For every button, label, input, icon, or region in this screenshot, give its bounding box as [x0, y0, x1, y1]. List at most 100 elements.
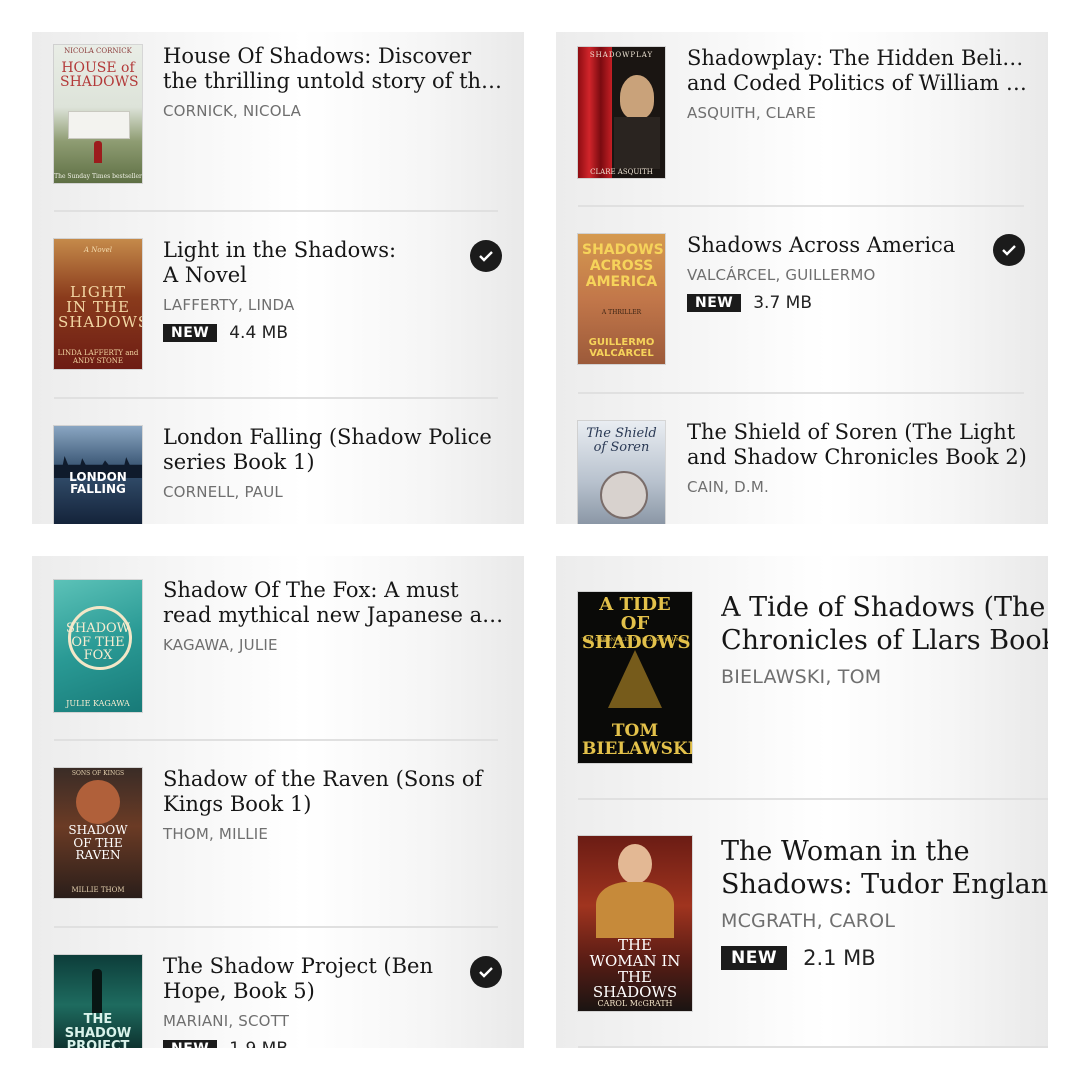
book-row[interactable]: A TIDE OF SHADOWS THE CHRONICLES OF LLAR…: [556, 556, 1048, 799]
book-cover[interactable]: NICOLA CORNICK HOUSE of SHADOWS The Sund…: [54, 45, 142, 183]
book-title-line-2: series Book 1): [163, 450, 315, 474]
book-cover[interactable]: The Shield of Soren: [578, 421, 665, 524]
book-title[interactable]: The Woman in the Shadows: Tudor Englan: [721, 835, 1048, 901]
book-title[interactable]: London Falling (Shadow Police series Boo…: [163, 425, 508, 475]
book-row[interactable]: A Novel LIGHT IN THE SHADOWS LINDA LAFFE…: [32, 212, 524, 398]
library-panel-3: SHADOW OF THE FOX JULIE KAGAWA Shadow Of…: [32, 556, 524, 1048]
cover-title-text: SHADOW OF THE RAVEN: [68, 823, 128, 863]
book-title[interactable]: Light in the Shadows: A Novel: [163, 238, 453, 288]
book-author: MARIANI, SCOTT: [163, 1012, 290, 1030]
book-row[interactable]: SHADOW OF THE FOX JULIE KAGAWA Shadow Of…: [32, 556, 524, 740]
book-author: VALCÁRCEL, GUILLERMO: [687, 266, 876, 284]
book-author: KAGAWA, JULIE: [163, 636, 278, 654]
library-panel-2: SHADOWPLAY CLARE ASQUITH Shadowplay: The…: [556, 32, 1048, 524]
book-title[interactable]: Shadowplay: The Hidden Beliefs and Coded…: [687, 46, 1032, 96]
book-title[interactable]: The Shadow Project (Ben Hope, Book 5): [163, 954, 453, 1004]
book-row[interactable]: SONS OF KINGS SHADOW OF THE RAVEN MILLIE…: [32, 741, 524, 927]
book-title[interactable]: House Of Shadows: Discover the thrilling…: [163, 44, 508, 94]
new-badge: NEW: [163, 324, 218, 342]
book-title-line-1: A Tide of Shadows (The: [721, 592, 1046, 623]
cover-title-text: THE SHADOW PROJECT: [64, 1012, 132, 1048]
cover-subtitle-text: A Novel: [84, 246, 112, 254]
book-title-line-1: London Falling (Shadow Police: [163, 425, 492, 449]
book-cover[interactable]: SHADOWS ACROSS AMERICA A THRILLER GUILLE…: [578, 234, 665, 364]
book-row[interactable]: The Shield of Soren The Shield of Soren …: [556, 394, 1048, 524]
cover-shield-art: [600, 471, 648, 519]
book-title-line-1: Light in the Shadows:: [163, 238, 397, 262]
cover-series-text: SONS OF KINGS: [71, 770, 125, 777]
file-size: 4.4 MB: [229, 323, 289, 343]
file-size: 2.1 MB: [803, 946, 876, 970]
cover-author-text: NICOLA CORNICK: [64, 47, 132, 55]
book-author: CAIN, D.M.: [687, 478, 769, 496]
book-cover[interactable]: SHADOWPLAY CLARE ASQUITH: [578, 47, 665, 178]
book-title-line-2: and Shadow Chronicles Book 2): [687, 445, 1027, 469]
book-title[interactable]: Shadow Of The Fox: A must read mythical …: [163, 578, 508, 628]
book-title-line-2: A Novel: [163, 263, 247, 287]
cover-face-art: [618, 844, 652, 884]
row-divider: [578, 798, 1048, 800]
file-size: 3.7 MB: [753, 293, 813, 313]
book-row[interactable]: THE SHADOW PROJECT The Shadow Project (B…: [32, 928, 524, 1048]
book-title-line-2: and Coded Politics of William …: [687, 71, 1027, 95]
cover-dragon-art: [608, 650, 662, 708]
cover-figure-art: [94, 141, 102, 163]
book-row[interactable]: SHADOWPLAY CLARE ASQUITH Shadowplay: The…: [556, 32, 1048, 206]
cover-portrait-art: [620, 75, 654, 119]
book-title[interactable]: Shadow of the Raven (Sons of Kings Book …: [163, 767, 508, 817]
book-row[interactable]: SHADOWS ACROSS AMERICA A THRILLER GUILLE…: [556, 207, 1048, 392]
book-row[interactable]: LONDON FALLING London Falling (Shadow Po…: [32, 399, 524, 524]
file-size: 1.9 MB: [229, 1039, 288, 1048]
book-author: CORNELL, PAUL: [163, 483, 283, 501]
book-title[interactable]: Shadows Across America: [687, 233, 977, 258]
book-author: CORNICK, NICOLA: [163, 102, 302, 120]
book-author: ASQUITH, CLARE: [687, 104, 817, 122]
book-cover[interactable]: A Novel LIGHT IN THE SHADOWS LINDA LAFFE…: [54, 239, 142, 369]
book-meta: NEW 4.4 MB: [163, 323, 288, 343]
new-badge: NEW: [163, 1040, 218, 1048]
cover-title-text: SHADOWPLAY: [589, 51, 654, 59]
book-title-line-1: The Shadow Project (Ben: [163, 954, 434, 978]
downloaded-check-icon: [470, 956, 502, 988]
cover-title-text: SHADOW OF THE FOX: [65, 621, 131, 664]
cover-title-text: LIGHT IN THE SHADOWS: [58, 283, 142, 331]
book-title-line-1: Shadows Across America: [687, 233, 956, 257]
book-cover[interactable]: THE WOMAN IN THE SHADOWS CAROL McGRATH: [578, 836, 692, 1011]
book-title-line-1: The Woman in the: [721, 836, 970, 867]
cover-house-art: [68, 111, 130, 139]
book-row[interactable]: THE WOMAN IN THE SHADOWS CAROL McGRATH T…: [556, 801, 1048, 1048]
book-cover[interactable]: LONDON FALLING: [54, 426, 142, 524]
book-title-line-2: Kings Book 1): [163, 792, 312, 816]
new-badge: NEW: [687, 294, 742, 312]
book-cover[interactable]: SHADOW OF THE FOX JULIE KAGAWA: [54, 580, 142, 712]
book-title[interactable]: The Shield of Soren (The Light and Shado…: [687, 420, 1032, 470]
cover-author-text: TOM BIELAWSKI: [582, 721, 692, 760]
new-badge: NEW: [721, 946, 788, 970]
book-title-line-1: The Shield of Soren (The Light: [687, 420, 1016, 444]
cover-dress-art: [596, 882, 674, 938]
book-title-line-2: the thrilling untold story of th…: [163, 69, 503, 93]
book-title-line-2: Shadows: Tudor Englan: [721, 869, 1048, 900]
cover-series-text: THE CHRONICLES OF LLARS VOLUME I: [581, 637, 689, 643]
row-divider: [578, 1046, 1048, 1048]
downloaded-check-icon: [993, 234, 1025, 266]
book-title[interactable]: A Tide of Shadows (The Chronicles of Lla…: [721, 591, 1048, 657]
book-author: THOM, MILLIE: [163, 825, 269, 843]
book-title-line-1: Shadow Of The Fox: A must: [163, 578, 459, 602]
cover-author-text: CAROL McGRATH: [597, 998, 673, 1008]
book-cover[interactable]: THE SHADOW PROJECT: [54, 955, 142, 1048]
cover-curtain-art: [578, 47, 612, 178]
book-title-line-1: Shadowplay: The Hidden Beliefs: [687, 46, 1032, 70]
book-cover[interactable]: A TIDE OF SHADOWS THE CHRONICLES OF LLAR…: [578, 592, 692, 763]
library-panel-1: NICOLA CORNICK HOUSE of SHADOWS The Sund…: [32, 32, 524, 524]
cover-tagline-text: A THRILLER: [601, 309, 642, 316]
book-author: MCGRATH, CAROL: [721, 910, 896, 932]
cover-portrait-body: [614, 117, 660, 169]
downloaded-check-icon: [470, 240, 502, 272]
cover-title-text: A TIDE OF SHADOWS: [582, 594, 691, 653]
book-cover[interactable]: SONS OF KINGS SHADOW OF THE RAVEN MILLIE…: [54, 768, 142, 898]
cover-author-text: LINDA LAFFERTY and ANDY STONE: [57, 349, 139, 365]
library-panel-4: A TIDE OF SHADOWS THE CHRONICLES OF LLAR…: [556, 556, 1048, 1048]
book-row[interactable]: NICOLA CORNICK HOUSE of SHADOWS The Sund…: [32, 32, 524, 212]
book-title-line-2: Chronicles of Llars Book: [721, 625, 1048, 656]
